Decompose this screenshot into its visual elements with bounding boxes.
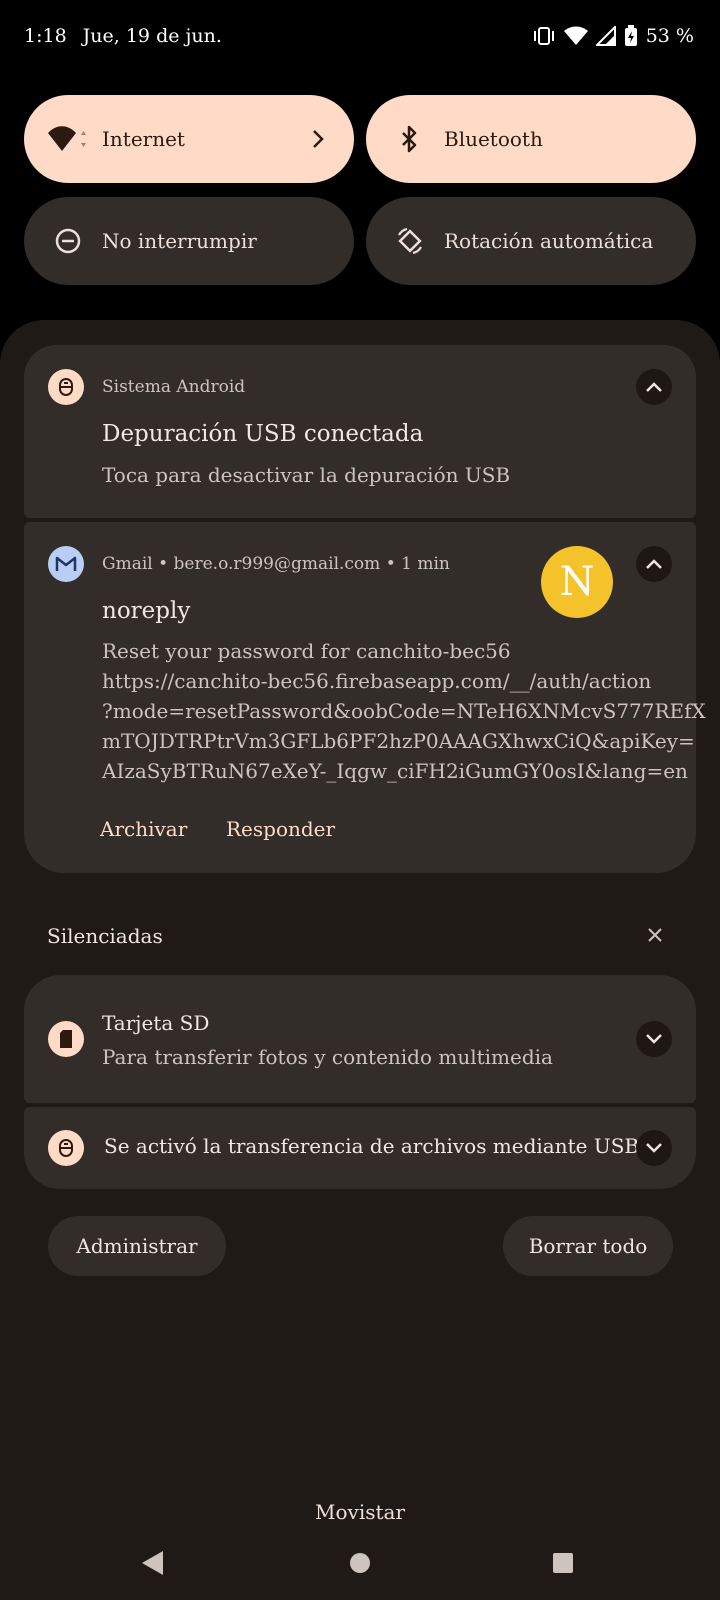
battery-charging-icon: [624, 25, 638, 47]
recents-button[interactable]: [538, 1540, 588, 1590]
gmail-title: noreply: [102, 598, 191, 624]
status-bar: 1:18 Jue, 19 de jun. 53 %: [0, 0, 720, 72]
usb-debug-text: Toca para desactivar la depuración USB: [102, 463, 511, 487]
wifi-icon: [563, 26, 588, 46]
home-circle-icon: [349, 1552, 371, 1578]
gmail-notification[interactable]: Gmail • bere.o.r999@gmail.com • 1 min N …: [24, 522, 706, 873]
collapse-button[interactable]: [636, 369, 672, 405]
tile-bluetooth[interactable]: Bluetooth: [366, 95, 696, 183]
bluetooth-icon: [390, 119, 430, 159]
vibrate-icon: [532, 25, 556, 47]
home-button[interactable]: [335, 1540, 385, 1590]
tile-auto-rotate-label: Rotación automática: [444, 229, 654, 253]
sd-card-icon: [48, 1021, 84, 1057]
tile-internet[interactable]: Internet: [24, 95, 354, 183]
android-system-icon: [48, 1130, 84, 1166]
auto-rotate-icon: [390, 221, 430, 261]
tile-bluetooth-label: Bluetooth: [444, 127, 543, 151]
sender-avatar: N: [541, 546, 613, 618]
archive-action[interactable]: Archivar: [100, 817, 187, 841]
back-triangle-icon: [141, 1550, 165, 1580]
gmail-body-line: mTOJDTRPtrVm3GFLb6PF2hzP0AAAGXhwxCiQ&api…: [102, 729, 695, 753]
wifi-icon: [48, 119, 88, 159]
collapse-button[interactable]: [636, 546, 672, 582]
usb-debug-title: Depuración USB conectada: [102, 421, 424, 447]
tile-auto-rotate[interactable]: Rotación automática: [366, 197, 696, 285]
usb-transfer-title: Se activó la transferencia de archivos m…: [104, 1134, 640, 1158]
carrier-label: Movistar: [315, 1500, 405, 1524]
close-icon: [647, 927, 663, 947]
reply-action[interactable]: Responder: [226, 817, 335, 841]
gmail-body-line: AIzaSyBTRuN67eXeY-_Iqgw_ciFH2iGumGY0osI&…: [102, 759, 688, 783]
tile-internet-label: Internet: [102, 127, 185, 151]
usb-transfer-notification[interactable]: Se activó la transferencia de archivos m…: [24, 1107, 696, 1189]
expand-button[interactable]: [636, 1130, 672, 1166]
avatar-letter: N: [559, 559, 595, 605]
gmail-body-line: https://canchito-bec56.firebaseapp.com/_…: [102, 669, 652, 693]
recents-square-icon: [552, 1552, 574, 1578]
chevron-down-icon: [645, 1139, 663, 1158]
gmail-body-line: ?mode=resetPassword&oobCode=NTeH6XNMcvS7…: [102, 699, 706, 723]
gmail-body-line: Reset your password for canchito-bec56: [102, 639, 511, 663]
battery-level: 53 %: [645, 25, 694, 47]
tile-do-not-disturb[interactable]: No interrumpir: [24, 197, 354, 285]
sd-card-text: Para transferir fotos y contenido multim…: [102, 1045, 553, 1069]
chevron-up-icon: [645, 555, 663, 574]
date: Jue, 19 de jun.: [82, 25, 222, 47]
android-system-icon: [48, 369, 84, 405]
gmail-body: Reset your password for canchito-bec56 h…: [102, 636, 706, 786]
manage-button[interactable]: Administrar: [48, 1216, 226, 1276]
sd-card-notification[interactable]: Tarjeta SD Para transferir fotos y conte…: [24, 975, 696, 1103]
clock: 1:18: [24, 25, 67, 47]
chevron-down-icon: [645, 1030, 663, 1049]
gmail-icon: [48, 546, 84, 582]
sd-card-title: Tarjeta SD: [102, 1011, 210, 1035]
clear-all-button[interactable]: Borrar todo: [503, 1216, 673, 1276]
clear-silenced-button[interactable]: [640, 922, 670, 952]
usb-debug-app-name: Sistema Android: [102, 377, 246, 397]
chevron-up-icon: [645, 378, 663, 397]
cell-signal-icon: [595, 26, 616, 46]
do-not-disturb-icon: [48, 221, 88, 261]
tile-do-not-disturb-label: No interrumpir: [102, 229, 257, 253]
back-button[interactable]: [128, 1540, 178, 1590]
gmail-header: Gmail • bere.o.r999@gmail.com • 1 min: [102, 554, 450, 574]
silenced-section-title: Silenciadas: [47, 924, 163, 948]
usb-debug-notification[interactable]: Sistema Android Depuración USB conectada…: [24, 345, 696, 518]
expand-button[interactable]: [636, 1021, 672, 1057]
chevron-right-icon: [306, 129, 330, 149]
